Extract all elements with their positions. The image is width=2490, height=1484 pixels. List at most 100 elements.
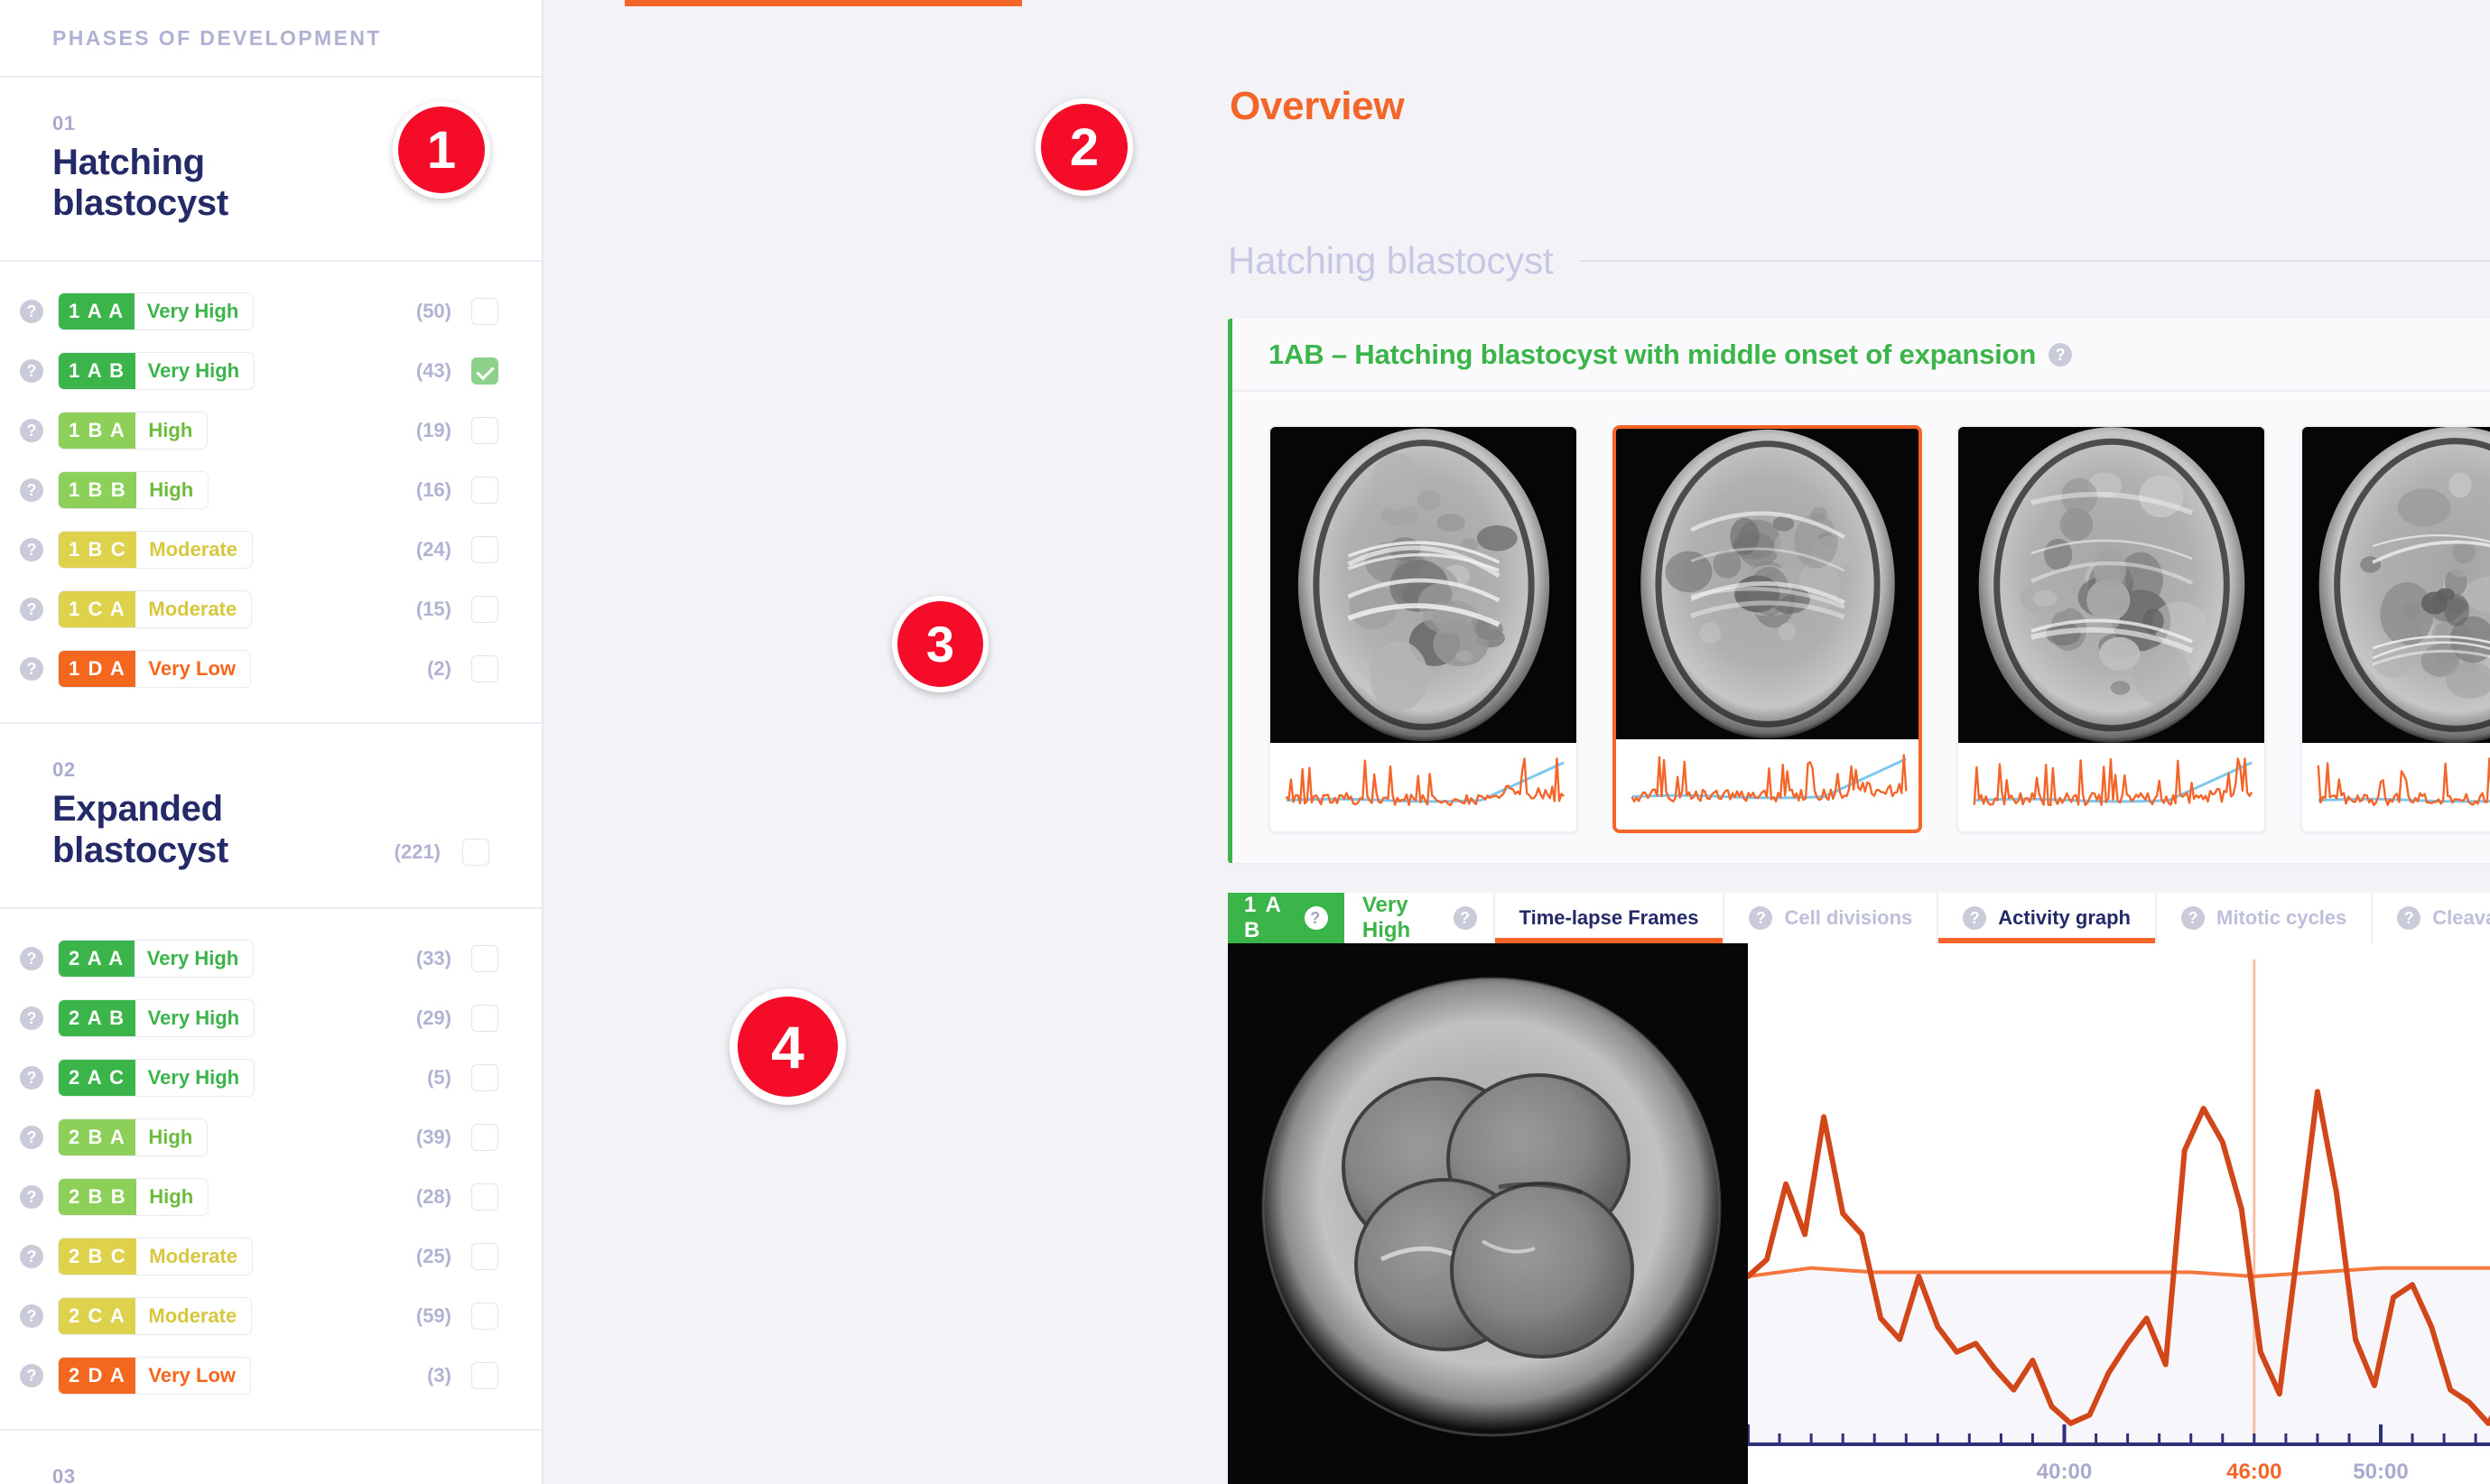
help-icon[interactable]: ? [20,1303,43,1328]
help-icon[interactable]: ? [20,946,43,970]
grade-checkbox[interactable] [471,357,498,385]
help-icon[interactable]: ? [2181,906,2205,930]
grade-checkbox[interactable] [471,1123,498,1151]
grade-checkbox[interactable] [471,1361,498,1389]
embryo-thumbnail[interactable] [1956,425,2266,833]
tab-cell-divisions[interactable]: ? Cell divisions [1724,893,1939,943]
sidebar-grade-row[interactable]: ? 1 D A Very Low (2) [0,639,542,699]
sidebar-phase-list: 01 Hatching blastocyst? 1 A A Very High (50)?… [0,78,542,1484]
grade-pill[interactable]: 1 B A High [58,412,209,450]
grade-code: 1 B B [59,472,137,509]
sidebar-grade-row[interactable]: ? 2 A A Very High (33) [0,929,542,988]
help-icon[interactable]: ? [20,359,43,384]
grade-pill[interactable]: 1 B C Moderate [58,531,254,570]
sidebar-grade-list: ? 1 A A Very High (50)? 1 A B Very High (43)? 1… [0,262,542,725]
sidebar-grade-row[interactable]: ? 2 B B High (28) [0,1167,542,1227]
grade-pill[interactable]: 1 C A Moderate [58,590,253,629]
grade-checkbox[interactable] [471,477,498,505]
embryo-thumbnail[interactable] [2300,425,2490,833]
grade-quality-label: Very High [147,359,240,383]
grade-count: (24) [415,538,451,561]
help-icon[interactable]: ? [2397,906,2421,930]
embryo-thumbnail[interactable] [1268,425,1578,833]
help-icon[interactable]: ? [20,538,43,562]
help-icon[interactable]: ? [20,1244,43,1268]
grade-pill[interactable]: 2 B B High [58,1177,209,1216]
sidebar-grade-row[interactable]: ? 2 A B Very High (29) [0,988,542,1048]
embryo-thumbnail[interactable] [1612,425,1922,833]
grade-pill[interactable]: 2 A B Very High [58,998,256,1037]
sidebar-grade-row[interactable]: ? 2 B A High (39) [0,1108,542,1167]
grade-checkbox[interactable] [471,1063,498,1091]
help-icon[interactable]: ? [2049,342,2073,366]
phase-count: (221) [394,839,441,863]
timelapse-frame-pane[interactable] [1228,943,1748,1484]
tab-activity-graph[interactable]: ? Activity graph [1938,893,2157,943]
grade-pill[interactable]: 2 A C Very High [58,1058,256,1097]
grade-count: (3) [427,1363,451,1387]
sidebar-grade-row[interactable]: ? 2 B C Moderate (25) [0,1227,542,1286]
grade-checkbox[interactable] [471,1302,498,1330]
help-icon[interactable]: ? [20,300,43,324]
help-icon[interactable]: ? [20,1065,43,1090]
help-icon[interactable]: ? [20,1006,43,1030]
grade-card-header: 1AB – Hatching blastocyst with middle on… [1232,319,2490,392]
sidebar-phase-header[interactable]: 02 Expanded blastocyst (221) [0,724,542,909]
grade-checkbox[interactable] [471,596,498,624]
sidebar-grade-list: ? 2 A A Very High (33)? 2 A B Very High (29)? 2… [0,909,542,1431]
phase-title: Hatching blastocyst [52,143,228,224]
grade-pill[interactable]: 2 B A High [58,1118,209,1156]
tab-label: Activity graph [1998,906,2131,929]
help-icon[interactable]: ? [20,598,43,622]
phase-checkbox[interactable] [462,838,489,866]
grade-pill[interactable]: 1 B B High [58,471,209,510]
help-icon[interactable]: ? [1749,906,1773,930]
grade-checkbox[interactable] [471,298,498,326]
activity-graph-chart: 40:0046:0050:0060:00 [1748,943,2490,1484]
help-icon[interactable]: ? [20,419,43,443]
grade-checkbox[interactable] [471,944,498,972]
help-icon[interactable]: ? [1453,906,1477,930]
grade-checkbox[interactable] [471,1004,498,1032]
tab-time-lapse-frames[interactable]: Time-lapse Frames [1494,893,1725,943]
sidebar-grade-row[interactable]: ? 1 B C Moderate (24) [0,520,542,580]
sidebar-grade-row[interactable]: ? 1 A B Very High (43) [0,341,542,401]
grade-pill[interactable]: 2 B C Moderate [58,1237,254,1275]
activity-graph-pane[interactable]: 40:0046:0050:0060:00 Cell count 4 ID: 38… [1748,943,2490,1484]
sidebar-grade-row[interactable]: ? 2 D A Very Low (3) [0,1346,542,1405]
sidebar-phase-header[interactable]: 03 [0,1431,542,1484]
help-icon[interactable]: ? [20,1184,43,1209]
grade-checkbox[interactable] [471,655,498,683]
grade-code: 2 A A [59,940,135,977]
embryo-thumbnail-image [1958,427,2264,743]
grade-checkbox[interactable] [471,536,498,564]
grade-pill[interactable]: 2 D A Very Low [58,1356,252,1395]
grade-checkbox[interactable] [471,417,498,445]
sidebar-grade-row[interactable]: ? 1 B B High (16) [0,460,542,520]
sidebar-grade-row[interactable]: ? 1 C A Moderate (15) [0,580,542,639]
grade-quality-label: High [148,419,193,442]
grade-count: (33) [415,946,451,969]
grade-pill[interactable]: 1 A B Very High [58,352,256,391]
tab-label: Time-lapse Frames [1519,906,1699,929]
sidebar-grade-row[interactable]: ? 2 C A Moderate (59) [0,1286,542,1346]
help-icon[interactable]: ? [1304,906,1328,930]
tab-cleavage-intervals[interactable]: ? Cleavage intervals [2373,893,2490,943]
help-icon[interactable]: ? [1963,906,1987,930]
sidebar-grade-row[interactable]: ? 1 A A Very High (50) [0,282,542,341]
grade-checkbox[interactable] [471,1183,498,1210]
tab-mitotic-cycles[interactable]: ? Mitotic cycles [2157,893,2374,943]
grade-code: 2 A C [59,1059,135,1096]
help-icon[interactable]: ? [20,478,43,503]
grade-checkbox[interactable] [471,1242,498,1270]
help-icon[interactable]: ? [20,1125,43,1149]
help-icon[interactable]: ? [20,657,43,682]
sidebar-grade-row[interactable]: ? 1 B A High (19) [0,401,542,460]
help-icon[interactable]: ? [20,1363,43,1387]
grade-pill[interactable]: 2 A A Very High [58,939,255,978]
grade-pill[interactable]: 1 A A Very High [58,292,255,331]
sidebar-grade-row[interactable]: ? 2 A C Very High (5) [0,1048,542,1108]
grade-pill[interactable]: 2 C A Moderate [58,1296,253,1335]
grade-pill[interactable]: 1 D A Very Low [58,650,252,689]
svg-text:50:00: 50:00 [2353,1460,2408,1484]
